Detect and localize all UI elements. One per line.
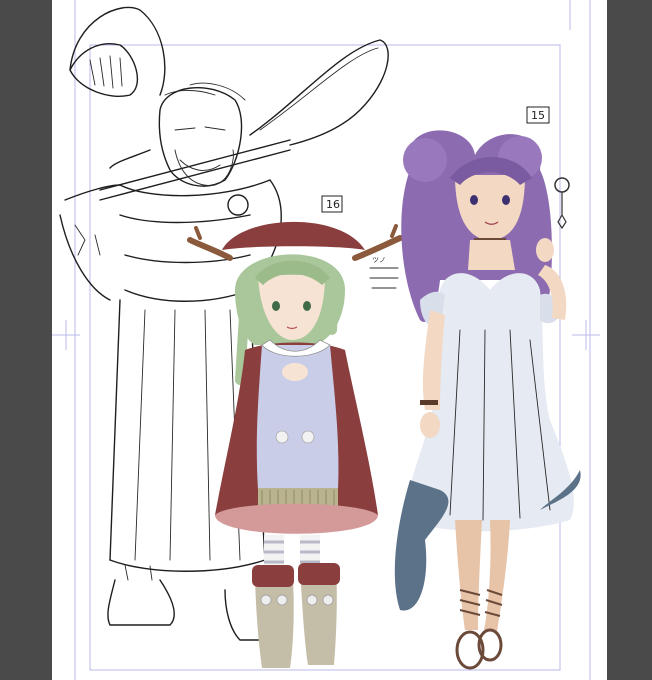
drawing-canvas-workspace: 16 ツノ 15 (0, 0, 652, 680)
woman-number-label: 15 (531, 109, 545, 122)
sketch-old-man (59, 6, 389, 641)
illustration: 16 ツノ 15 (52, 0, 600, 680)
purple-haired-woman (394, 130, 581, 670)
label-15: 15 (526, 106, 550, 124)
girl-number-label: 16 (326, 198, 340, 211)
label-16: 16 (321, 195, 343, 213)
green-haired-girl (187, 221, 403, 668)
side-note: ツノ (372, 256, 386, 264)
